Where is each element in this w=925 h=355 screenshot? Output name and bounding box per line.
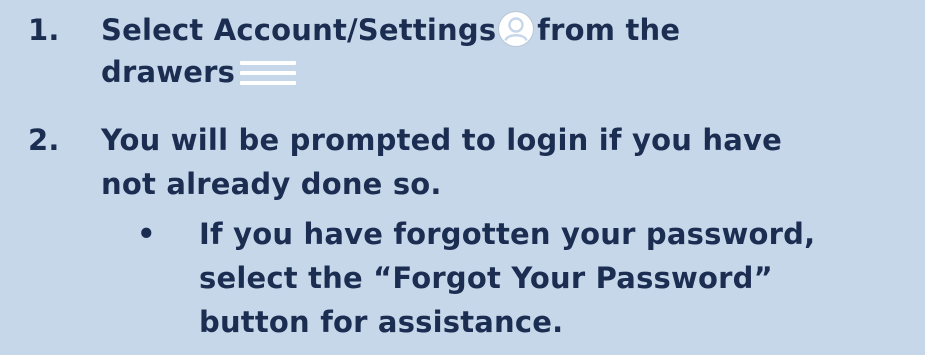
step-1-line-2: drawers [101, 50, 297, 94]
step-1-text-after-icon: from the [537, 13, 681, 47]
step-1-text-drawers: drawers [101, 55, 236, 89]
step-2-line-2: not already done so. [101, 167, 442, 201]
step-1-line-1: Select Account/Settings from the [101, 8, 680, 52]
hamburger-menu-icon [240, 59, 297, 86]
step-1-number: 1. [28, 13, 60, 47]
step-2-line-1: You will be prompted to login if you hav… [101, 123, 782, 157]
bullet-symbol: • [137, 217, 156, 251]
step-1: 1. Select Account/Settings from the drawe… [0, 8, 925, 98]
bullet-line-3: button for assistance. [199, 305, 564, 339]
instruction-slide: 1. Select Account/Settings from the drawe… [0, 0, 925, 355]
step-1-text-before-icon: Select Account/Settings [101, 13, 497, 47]
bullet-line-2: select the “Forgot Your Password” [199, 261, 773, 295]
bullet-line-1: If you have forgotten your password, [199, 217, 816, 251]
account-icon [499, 12, 534, 46]
step-2-number: 2. [28, 123, 60, 157]
step-2: 2. You will be prompted to login if you … [0, 118, 925, 348]
